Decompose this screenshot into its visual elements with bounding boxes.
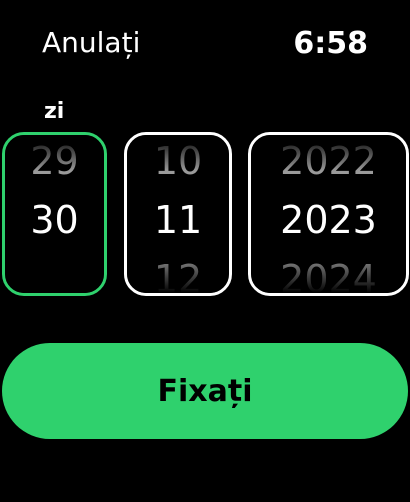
year-previous-value: 2022 (280, 139, 377, 183)
day-current-value: 30 (30, 198, 79, 242)
cancel-button[interactable]: Anulați (42, 26, 140, 59)
year-next-value: 2024 (280, 257, 377, 296)
year-wheel[interactable]: 2022 2023 2024 (248, 132, 409, 296)
day-previous-value: 29 (30, 139, 79, 183)
wheel-fade-bottom (5, 257, 104, 293)
clock-time: 6:58 (293, 26, 368, 61)
year-current-value: 2023 (280, 198, 377, 242)
set-button[interactable]: Fixați (2, 343, 408, 439)
month-current-value: 11 (153, 198, 203, 242)
day-wheel[interactable]: 29 30 (2, 132, 107, 296)
month-next-value: 12 (153, 257, 203, 296)
month-wheel[interactable]: 10 11 12 (124, 132, 232, 296)
month-previous-value: 10 (153, 139, 203, 183)
active-field-label: zi (44, 99, 65, 124)
